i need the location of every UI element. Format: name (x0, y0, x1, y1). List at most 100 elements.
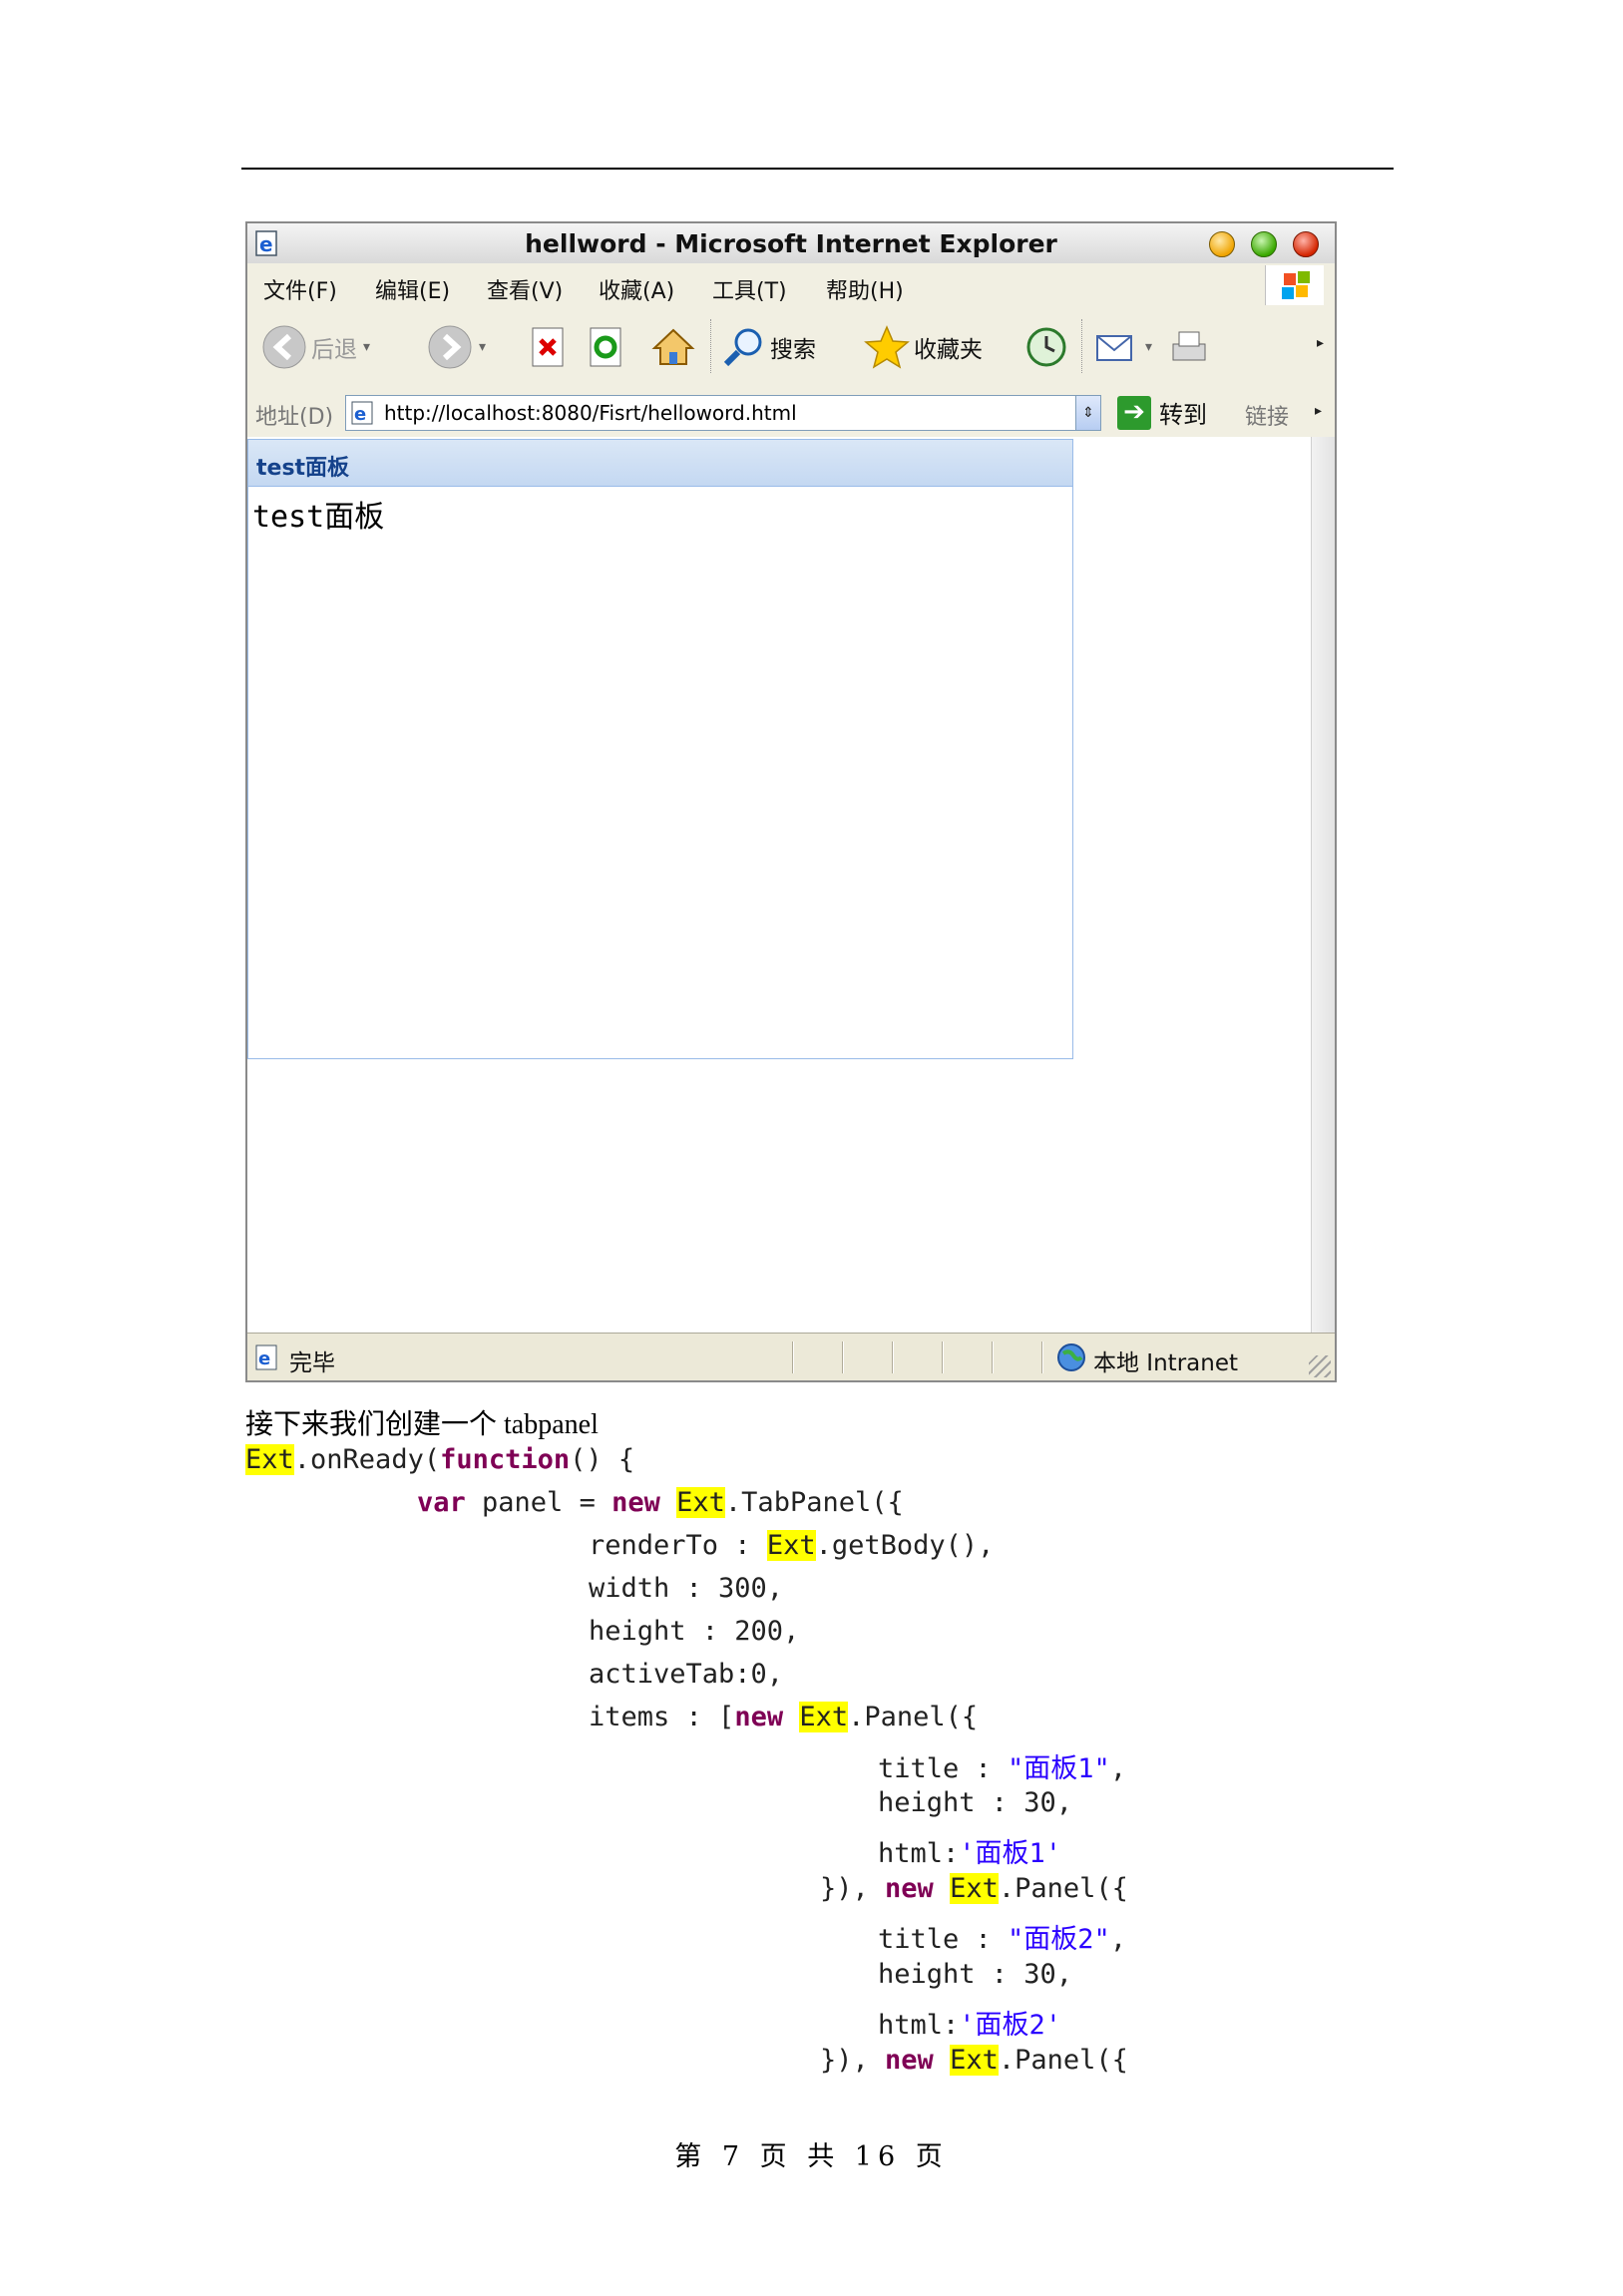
code-text: .TabPanel({ (724, 1487, 904, 1518)
address-dropdown-icon[interactable]: ⇕ (1075, 396, 1100, 430)
code-text: panel = (465, 1487, 612, 1518)
print-button[interactable] (1165, 323, 1211, 371)
menu-tools[interactable]: 工具(T) (712, 273, 787, 305)
code-line: width : 300, (589, 1573, 783, 1604)
home-button[interactable] (650, 323, 696, 371)
code-highlight: Ext (950, 2045, 999, 2076)
back-button[interactable]: 后退 ▾ (261, 323, 370, 371)
back-label: 后退 (311, 337, 357, 363)
home-icon (651, 328, 695, 365)
panel-title: test面板 (256, 456, 350, 481)
history-icon (1026, 327, 1066, 367)
code-text: .Panel({ (848, 1702, 979, 1732)
history-button[interactable] (1023, 323, 1069, 371)
page-viewport: test面板 test面板 (247, 437, 1311, 1333)
resize-grip-icon[interactable] (1309, 1355, 1331, 1377)
code-string: "面板1" (1008, 1753, 1110, 1784)
status-divider (1041, 1341, 1043, 1373)
search-button[interactable]: 搜索 (720, 323, 816, 371)
code-text: title : (878, 1753, 1009, 1784)
toolbar-separator (710, 319, 713, 373)
menu-file[interactable]: 文件(F) (263, 273, 337, 305)
window-title: hellword - Microsoft Internet Explorer (525, 229, 1057, 258)
code-text: }), (820, 1873, 886, 1904)
code-line: }), new Ext.Panel({ (820, 2045, 1128, 2076)
code-highlight: Ext (950, 1873, 999, 1904)
status-divider (892, 1341, 894, 1373)
refresh-icon (590, 327, 621, 367)
toolbar-separator-2 (1081, 319, 1084, 373)
code-string: '面板1' (959, 1838, 1062, 1869)
code-line: }), new Ext.Panel({ (820, 1873, 1128, 1904)
menu-help[interactable]: 帮助(H) (826, 273, 904, 305)
panel-header: test面板 (248, 440, 1072, 487)
code-text: items : [ (589, 1702, 735, 1732)
close-button[interactable] (1293, 231, 1319, 257)
forward-button[interactable]: ▾ (427, 323, 486, 371)
toolbar-overflow-icon[interactable]: ▸ (1317, 335, 1324, 351)
code-highlight: Ext (766, 1530, 816, 1561)
page-footer: 第 7 页 共 16 页 (674, 2141, 949, 2172)
address-input[interactable]: e http://localhost:8080/Fisrt/helloword.… (345, 395, 1101, 431)
back-dropdown-icon[interactable]: ▾ (363, 339, 370, 355)
ext-panel: test面板 test面板 (247, 439, 1073, 1059)
code-string: '面板2' (959, 2010, 1062, 2041)
code-string: "面板2" (1008, 1924, 1110, 1955)
code-line: items : [new Ext.Panel({ (589, 1702, 978, 1732)
mail-dropdown-icon[interactable]: ▾ (1145, 339, 1152, 355)
code-text: , (1109, 1753, 1127, 1784)
code-line: height : 30, (878, 1787, 1072, 1818)
status-divider (792, 1341, 794, 1373)
print-icon (1172, 331, 1206, 361)
vertical-scrollbar[interactable] (1311, 437, 1335, 1333)
code-text: html: (878, 1838, 960, 1869)
intranet-globe-icon (1057, 1343, 1085, 1371)
back-arrow-icon (262, 325, 306, 369)
menu-view[interactable]: 查看(V) (487, 273, 563, 305)
stop-button[interactable] (529, 323, 569, 371)
code-line: Ext.onReady(function() { (245, 1444, 634, 1475)
windows-logo-icon (1265, 265, 1324, 305)
refresh-button[interactable] (587, 323, 626, 371)
code-line: height : 200, (589, 1616, 799, 1647)
code-line: title : "面板1", (878, 1746, 1126, 1785)
go-arrow-icon: ➔ (1117, 395, 1151, 430)
svg-text:e: e (354, 404, 366, 425)
page-header-rule (241, 168, 1394, 170)
code-keyword: new (885, 2045, 934, 2076)
svg-text:e: e (258, 1348, 270, 1369)
menu-edit[interactable]: 编辑(E) (375, 273, 450, 305)
code-line: renderTo : Ext.getBody(), (589, 1530, 994, 1561)
code-highlight: Ext (245, 1444, 294, 1475)
code-text: .Panel({ (998, 1873, 1128, 1904)
minimize-button[interactable] (1209, 231, 1235, 257)
links-label[interactable]: 链接 (1245, 399, 1289, 431)
code-keyword: new (611, 1487, 660, 1518)
code-keyword: function (440, 1444, 571, 1475)
stop-icon (532, 327, 564, 367)
status-text: 完毕 (289, 1350, 335, 1376)
address-url: http://localhost:8080/Fisrt/helloword.ht… (384, 401, 797, 425)
browser-window: e hellword - Microsoft Internet Explorer… (245, 221, 1337, 1382)
maximize-button[interactable] (1251, 231, 1277, 257)
forward-arrow-icon (428, 325, 472, 369)
code-keyword: new (885, 1873, 934, 1904)
code-text: height : 200, (589, 1616, 800, 1647)
zone-text: 本地 Intranet (1093, 1350, 1238, 1376)
forward-dropdown-icon[interactable]: ▾ (479, 339, 486, 355)
title-bar[interactable]: e hellword - Microsoft Internet Explorer (247, 223, 1335, 264)
go-button[interactable]: ➔ 转到 (1117, 395, 1207, 430)
intro-paragraph: 接下来我们创建一个 tabpanel (245, 1409, 599, 1440)
code-line: html:'面板2' (878, 2003, 1061, 2042)
menu-favorites[interactable]: 收藏(A) (599, 273, 674, 305)
code-text: height : 30, (878, 1787, 1073, 1818)
links-overflow-icon[interactable]: ▸ (1315, 403, 1322, 419)
favorites-star-icon (864, 325, 910, 369)
status-bar: e 完毕 本地 Intranet (247, 1333, 1335, 1380)
favorites-button[interactable]: 收藏夹 (864, 323, 983, 371)
status-divider (942, 1341, 944, 1373)
mail-button[interactable]: ▾ (1093, 323, 1152, 371)
